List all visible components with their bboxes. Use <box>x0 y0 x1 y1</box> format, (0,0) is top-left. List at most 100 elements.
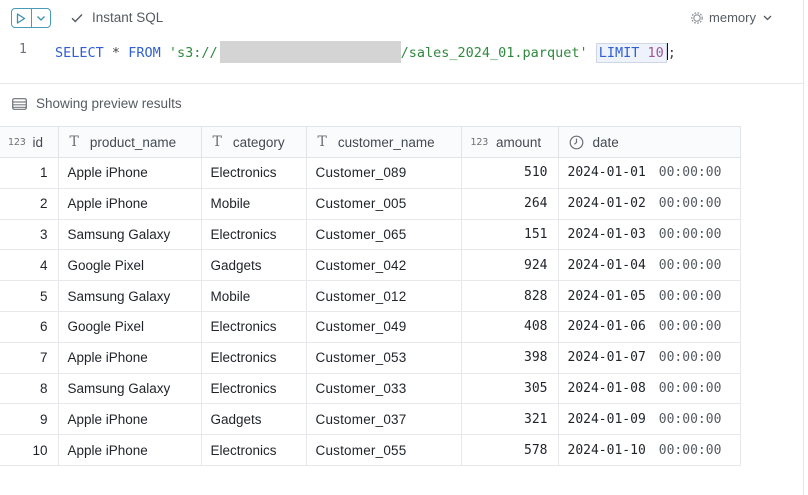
cell-product-name[interactable]: Apple iPhone <box>58 403 202 436</box>
table-row[interactable]: 6 Google Pixel Electronics Customer_049 408 2… <box>0 311 741 343</box>
cell-product-name[interactable]: Samsung Galaxy <box>58 373 202 405</box>
cell-product-name[interactable]: Apple iPhone <box>58 157 202 189</box>
cell-customer-name[interactable]: Customer_042 <box>306 249 462 282</box>
cell-product-name[interactable]: Google Pixel <box>58 311 202 343</box>
cell-amount[interactable]: 398 <box>461 342 559 374</box>
cell-id[interactable]: 3 <box>0 219 59 251</box>
cell-category[interactable]: Electronics <box>201 373 307 405</box>
cell-date[interactable]: 2024-01-03 00:00:00 <box>558 219 741 251</box>
cell-category[interactable]: Electronics <box>201 311 307 343</box>
memory-selector[interactable]: memory <box>690 10 772 25</box>
cell-category[interactable]: Mobile <box>201 280 307 312</box>
cell-category[interactable]: Electronics <box>201 434 307 466</box>
column-header-amount[interactable]: 123 amount <box>461 126 559 158</box>
cell-amount[interactable]: 264 <box>461 188 559 220</box>
column-header-id[interactable]: 123 id <box>0 126 59 158</box>
cell-date[interactable]: 2024-01-02 00:00:00 <box>558 188 741 220</box>
table-row[interactable]: 3 Samsung Galaxy Electronics Customer_065 15… <box>0 219 741 251</box>
cell-time-value: 00:00:00 <box>658 288 722 304</box>
cell-product-name[interactable]: Apple iPhone <box>58 342 202 374</box>
instant-sql-toggle[interactable]: Instant SQL <box>71 10 163 25</box>
table-row[interactable]: 2 Apple iPhone Mobile Customer_005 264 2024-0… <box>0 188 741 220</box>
cell-amount[interactable]: 151 <box>461 219 559 251</box>
cell-category[interactable]: Electronics <box>201 219 307 251</box>
cell-date-value: 2024-01-06 <box>567 319 646 335</box>
column-header-category[interactable]: T category <box>201 126 307 158</box>
cell-time-value: 00:00:00 <box>658 350 722 366</box>
cell-amount[interactable]: 578 <box>461 434 559 466</box>
cell-id[interactable]: 4 <box>0 249 59 282</box>
cell-customer-name[interactable]: Customer_055 <box>306 434 462 466</box>
cell-date[interactable]: 2024-01-04 00:00:00 <box>558 249 741 282</box>
column-header-customer-name[interactable]: T customer_name <box>306 126 462 158</box>
table-row[interactable]: 5 Samsung Galaxy Mobile Customer_012 828 2024… <box>0 280 741 312</box>
cell-category[interactable]: Electronics <box>201 342 307 374</box>
number-type-icon: 123 <box>470 136 489 148</box>
cell-customer-name[interactable]: Customer_037 <box>306 403 462 436</box>
redacted-bucket <box>219 41 401 63</box>
cell-customer-name[interactable]: Customer_005 <box>306 188 462 220</box>
cell-date[interactable]: 2024-01-07 00:00:00 <box>558 342 741 374</box>
cell-id[interactable]: 8 <box>0 373 59 405</box>
cell-amount[interactable]: 321 <box>461 403 559 436</box>
cell-date[interactable]: 2024-01-01 00:00:00 <box>558 157 741 189</box>
limit-clause: LIMIT 10 <box>595 43 667 63</box>
cell-customer-name[interactable]: Customer_012 <box>306 280 462 312</box>
cell-amount[interactable]: 828 <box>461 280 559 312</box>
cell-date[interactable]: 2024-01-06 00:00:00 <box>558 311 741 343</box>
path-suffix: /sales_2024_01.parquet' <box>400 45 588 61</box>
cell-category[interactable]: Mobile <box>201 188 307 220</box>
check-icon <box>71 13 83 23</box>
cell-amount[interactable]: 305 <box>461 373 559 405</box>
column-header-date[interactable]: date <box>558 126 741 158</box>
table-row[interactable]: 9 Apple iPhone Gadgets Customer_037 321 2024-… <box>0 403 741 436</box>
cell-date[interactable]: 2024-01-10 00:00:00 <box>558 434 741 466</box>
sql-code-line[interactable]: SELECT * FROM 's3:// /sales_2024_01.parqu… <box>55 41 676 63</box>
run-dropdown-button[interactable] <box>32 9 51 27</box>
cell-product-name[interactable]: Apple iPhone <box>58 188 202 220</box>
instant-sql-label: Instant SQL <box>92 10 164 25</box>
cell-id[interactable]: 10 <box>0 434 59 466</box>
cell-product-name[interactable]: Apple iPhone <box>58 434 202 466</box>
column-header-product-name[interactable]: T product_name <box>58 126 202 158</box>
cell-id[interactable]: 9 <box>0 403 59 436</box>
cell-amount[interactable]: 924 <box>461 249 559 282</box>
cell-customer-name[interactable]: Customer_089 <box>306 157 462 189</box>
memory-label: memory <box>709 10 756 25</box>
cell-id[interactable]: 2 <box>0 188 59 220</box>
cell-customer-name[interactable]: Customer_033 <box>306 373 462 405</box>
column-header-label: category <box>232 134 285 150</box>
cell-customer-name[interactable]: Customer_065 <box>306 219 462 251</box>
clock-icon <box>569 135 583 149</box>
cell-time-value: 00:00:00 <box>658 380 722 396</box>
cell-id[interactable]: 1 <box>0 157 59 189</box>
cell-product-name[interactable]: Samsung Galaxy <box>58 219 202 251</box>
cell-id[interactable]: 6 <box>0 311 59 343</box>
cell-category[interactable]: Electronics <box>201 157 307 189</box>
cell-amount[interactable]: 510 <box>461 157 559 189</box>
sql-editor[interactable]: 1 SELECT * FROM 's3:// /sales_2024_01.par… <box>0 38 803 64</box>
table-row[interactable]: 10 Apple iPhone Electronics Customer_055 578… <box>0 434 741 466</box>
cell-date[interactable]: 2024-01-09 00:00:00 <box>558 403 741 436</box>
cell-product-name[interactable]: Samsung Galaxy <box>58 280 202 312</box>
cell-date[interactable]: 2024-01-05 00:00:00 <box>558 280 741 312</box>
cell-customer-name[interactable]: Customer_053 <box>306 342 462 374</box>
statement-terminator: ; <box>667 45 676 61</box>
table-row[interactable]: 1 Apple iPhone Electronics Customer_089 510 2… <box>0 157 741 189</box>
table-row[interactable]: 8 Samsung Galaxy Electronics Customer_033 30… <box>0 373 741 405</box>
cell-date[interactable]: 2024-01-08 00:00:00 <box>558 373 741 405</box>
column-header-label: amount <box>496 134 542 150</box>
cell-product-name[interactable]: Google Pixel <box>58 249 202 282</box>
cell-date-value: 2024-01-09 <box>567 411 646 427</box>
cell-category[interactable]: Gadgets <box>201 403 307 436</box>
table-row[interactable]: 7 Apple iPhone Electronics Customer_053 398 2… <box>0 342 741 374</box>
cell-category[interactable]: Gadgets <box>201 249 307 282</box>
run-button[interactable] <box>12 9 32 27</box>
column-header-label: customer_name <box>337 134 435 150</box>
cell-customer-name[interactable]: Customer_049 <box>306 311 462 343</box>
cell-id[interactable]: 5 <box>0 280 59 312</box>
preview-label: Showing preview results <box>36 96 182 111</box>
cell-id[interactable]: 7 <box>0 342 59 374</box>
cell-amount[interactable]: 408 <box>461 311 559 343</box>
table-row[interactable]: 4 Google Pixel Gadgets Customer_042 924 2024-… <box>0 249 741 282</box>
